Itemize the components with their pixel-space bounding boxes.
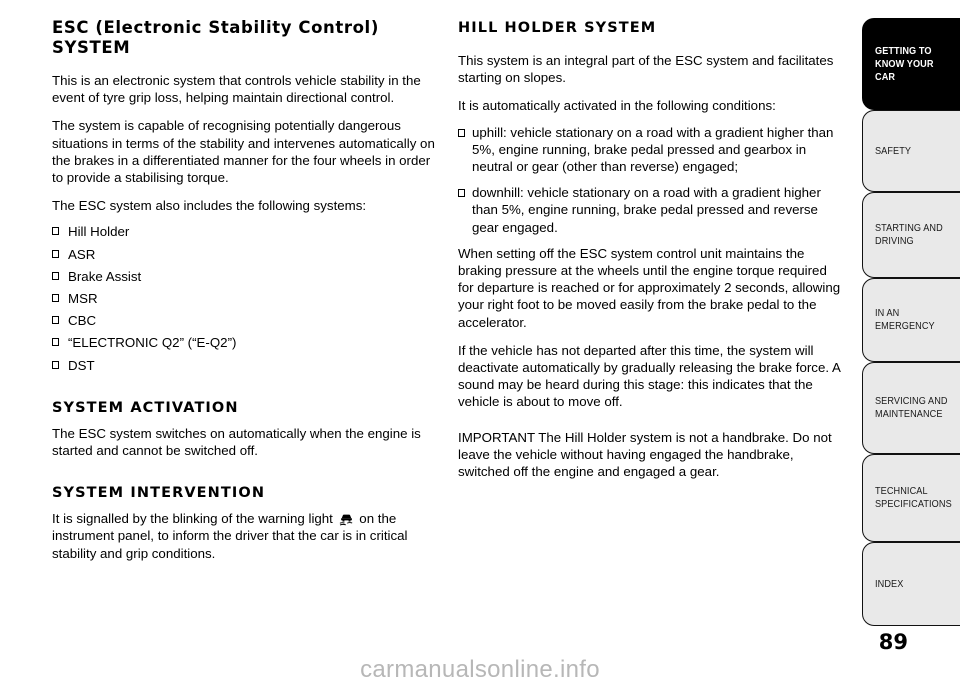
system-activation-heading: SYSTEM ACTIVATION (52, 399, 239, 416)
square-bullet-icon (52, 338, 59, 347)
list-item-label: DST (68, 357, 95, 373)
subsystems-lead-in: The ESC system also includes the followi… (52, 198, 367, 214)
page-title: ESC (Electronic Stability Control) SYSTE… (52, 18, 379, 57)
system-activation-text: The ESC system switches on automatically… (52, 425, 421, 459)
hill-holder-paragraph-2: When setting off the ESC system control … (458, 245, 841, 330)
list-item: uphill: vehicle stationary on a road wit… (458, 124, 846, 176)
tab-label: SERVICING AND MAINTENANCE (875, 396, 948, 420)
square-bullet-icon (52, 271, 59, 280)
tab-starting-and-driving[interactable]: STARTING AND DRIVING (862, 192, 960, 278)
list-item: Hill Holder (52, 223, 442, 240)
intro-paragraph-2: The system is capable of recognising pot… (52, 118, 435, 186)
list-item: MSR (52, 290, 442, 307)
tab-label: GETTING TO KNOW YOUR CAR (875, 45, 934, 83)
hill-holder-important-note: IMPORTANT The Hill Holder system is not … (458, 429, 832, 480)
tab-label: TECHNICAL SPECIFICATIONS (875, 486, 952, 510)
list-item-label: “ELECTRONIC Q2” (“E-Q2”) (68, 335, 237, 351)
hill-holder-paragraph-1: This system is an integral part of the E… (458, 53, 834, 86)
hill-holder-conditions-list: uphill: vehicle stationary on a road wit… (458, 124, 846, 236)
tab-servicing-and-maintenance[interactable]: SERVICING AND MAINTENANCE (862, 362, 960, 454)
tab-label: SAFETY (875, 145, 912, 157)
page-number: 89 (878, 630, 908, 654)
list-item-label: ASR (68, 246, 96, 262)
right-column: HILL HOLDER SYSTEM This system is an int… (458, 18, 846, 491)
square-bullet-icon (458, 189, 465, 198)
hill-holder-conditions-lead-in: It is automatically activated in the fol… (458, 98, 776, 114)
list-item: DST (52, 357, 442, 374)
list-item-label: downhill: vehicle stationary on a road w… (472, 185, 821, 235)
intervention-text-before-icon: It is signalled by the blinking of the w… (52, 511, 333, 527)
list-item: ASR (52, 246, 442, 263)
tab-getting-to-know-your-car[interactable]: GETTING TO KNOW YOUR CAR (862, 18, 960, 110)
left-column: ESC (Electronic Stability Control) SYSTE… (52, 18, 442, 573)
hill-holder-heading: HILL HOLDER SYSTEM (458, 20, 657, 36)
system-intervention-heading: SYSTEM INTERVENTION (52, 485, 266, 502)
tab-safety[interactable]: SAFETY (862, 110, 960, 192)
square-bullet-icon (458, 128, 465, 137)
tab-technical-specifications[interactable]: TECHNICAL SPECIFICATIONS (862, 454, 960, 542)
list-item: downhill: vehicle stationary on a road w… (458, 184, 846, 236)
esc-skidding-car-warning-light-icon (339, 511, 354, 526)
site-watermark: carmanualsonline.info (360, 656, 600, 683)
tab-label: STARTING AND DRIVING (875, 223, 943, 247)
square-bullet-icon (52, 227, 59, 236)
square-bullet-icon (52, 360, 59, 369)
list-item-label: uphill: vehicle stationary on a road wit… (472, 124, 834, 175)
list-item-label: Hill Holder (68, 224, 130, 240)
subsystems-list: Hill Holder ASR Brake Assist MSR CBC “EL… (52, 223, 442, 373)
hill-holder-paragraph-3: If the vehicle has not departed after th… (458, 342, 841, 410)
manual-page: ESC (Electronic Stability Control) SYSTE… (0, 0, 960, 686)
tab-index[interactable]: INDEX (862, 542, 960, 626)
square-bullet-icon (52, 249, 59, 258)
list-item-label: CBC (68, 313, 97, 329)
tab-in-an-emergency[interactable]: IN AN EMERGENCY (862, 278, 960, 362)
list-item-label: Brake Assist (68, 268, 142, 284)
square-bullet-icon (52, 294, 59, 303)
list-item: “ELECTRONIC Q2” (“E-Q2”) (52, 334, 442, 351)
tab-label: INDEX (875, 578, 904, 590)
list-item: CBC (52, 312, 442, 329)
list-item: Brake Assist (52, 268, 442, 285)
square-bullet-icon (52, 316, 59, 325)
intro-paragraph-1: This is an electronic system that contro… (52, 73, 421, 106)
tab-label: IN AN EMERGENCY (875, 308, 935, 332)
system-intervention-text: It is signalled by the blinking of the w… (52, 510, 442, 562)
chapter-tab-rail: GETTING TO KNOW YOUR CAR SAFETY STARTING… (855, 0, 960, 686)
list-item-label: MSR (68, 291, 98, 307)
